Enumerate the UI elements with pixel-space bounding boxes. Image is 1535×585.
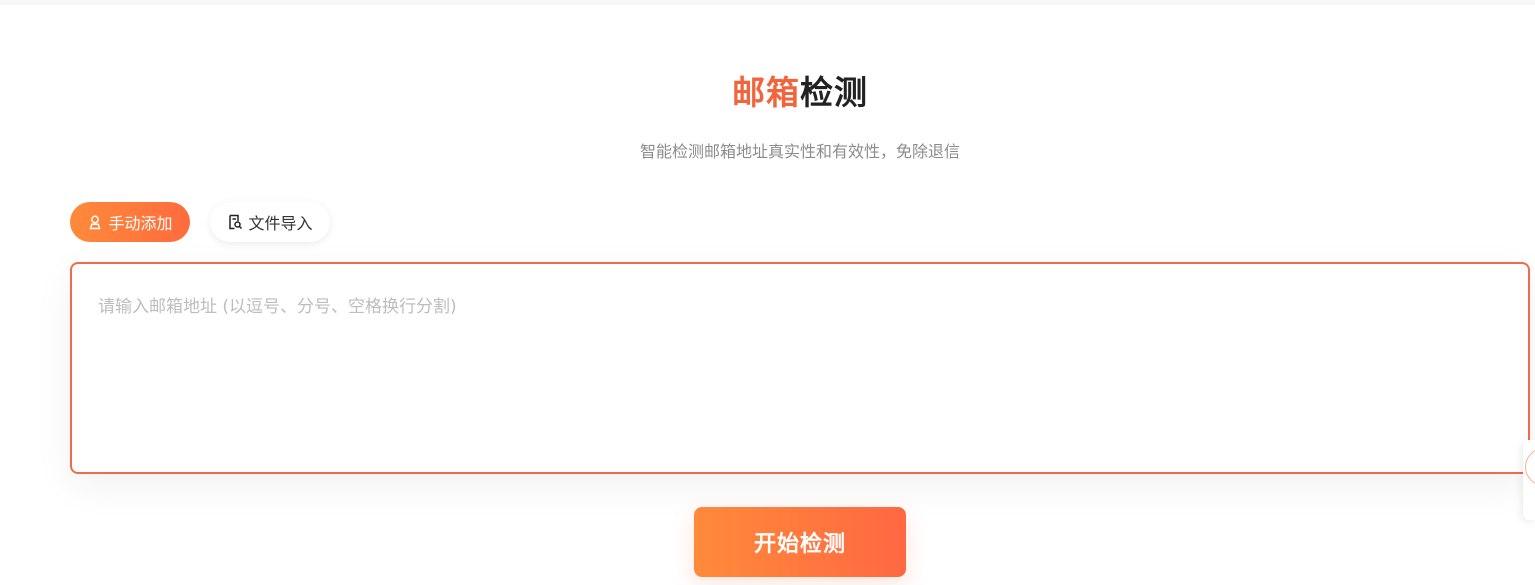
file-search-icon	[227, 214, 243, 230]
email-input-box	[70, 262, 1530, 474]
page-title: 邮箱检测	[0, 70, 1535, 116]
side-float-widget[interactable]	[1523, 440, 1535, 520]
top-strip	[0, 0, 1535, 5]
email-input[interactable]	[72, 264, 1528, 472]
page-title-accent: 邮箱	[732, 73, 800, 112]
email-check-page: 邮箱检测 智能检测邮箱地址真实性和有效性，免除退信 手动添加 文件导入 开始检测	[0, 0, 1535, 585]
page-title-rest: 检测	[800, 73, 868, 112]
tab-file-import-label: 文件导入	[248, 214, 313, 233]
tab-manual-add-label: 手动添加	[108, 214, 173, 233]
tab-file-import[interactable]: 文件导入	[210, 202, 330, 242]
side-float-ring	[1525, 448, 1535, 486]
user-icon	[87, 214, 103, 230]
tab-manual-add[interactable]: 手动添加	[70, 202, 190, 242]
start-check-button[interactable]: 开始检测	[694, 507, 906, 577]
page-subtitle: 智能检测邮箱地址真实性和有效性，免除退信	[639, 142, 960, 161]
